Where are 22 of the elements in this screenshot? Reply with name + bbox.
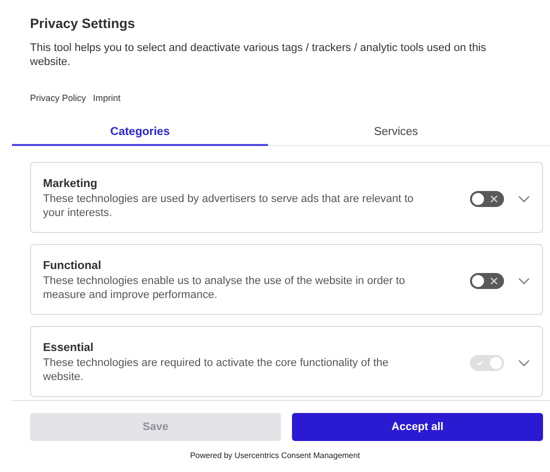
powered-by-text: Powered by Usercentrics Consent Management [189, 451, 361, 460]
category-title: Essential [43, 342, 94, 354]
chevron-down-icon[interactable] [518, 359, 530, 367]
category-toggle[interactable] [470, 191, 504, 207]
check-icon [476, 359, 484, 367]
close-icon [490, 195, 498, 203]
category-description: These technologies are required to activate the core functionality of the website. [43, 356, 390, 384]
dialog-title: Privacy Settings [30, 15, 136, 31]
footer-link[interactable]: Imprint [93, 93, 121, 103]
footer-link[interactable]: Privacy Policy [30, 93, 86, 103]
accept-button[interactable]: Accept all [292, 413, 543, 441]
chevron-down-icon[interactable] [518, 195, 530, 203]
category-description: These technologies are used by advertisers to serve ads that are relevant to your interests. [43, 192, 415, 220]
chevron-down-icon[interactable] [518, 277, 530, 285]
category-toggle[interactable] [470, 273, 504, 289]
description-text: This tool helps you to select and deactivate various tags / trackers / analytic tools used on this website. [30, 41, 488, 69]
tab[interactable]: Services [268, 122, 524, 146]
category-title: Functional [43, 260, 102, 272]
close-icon [490, 277, 498, 285]
category-title: Marketing [43, 178, 98, 190]
category-description: These technologies enable us to analyse the use of the website in order to measure and improve performance. [43, 274, 406, 302]
tab[interactable]: Categories [12, 122, 268, 146]
